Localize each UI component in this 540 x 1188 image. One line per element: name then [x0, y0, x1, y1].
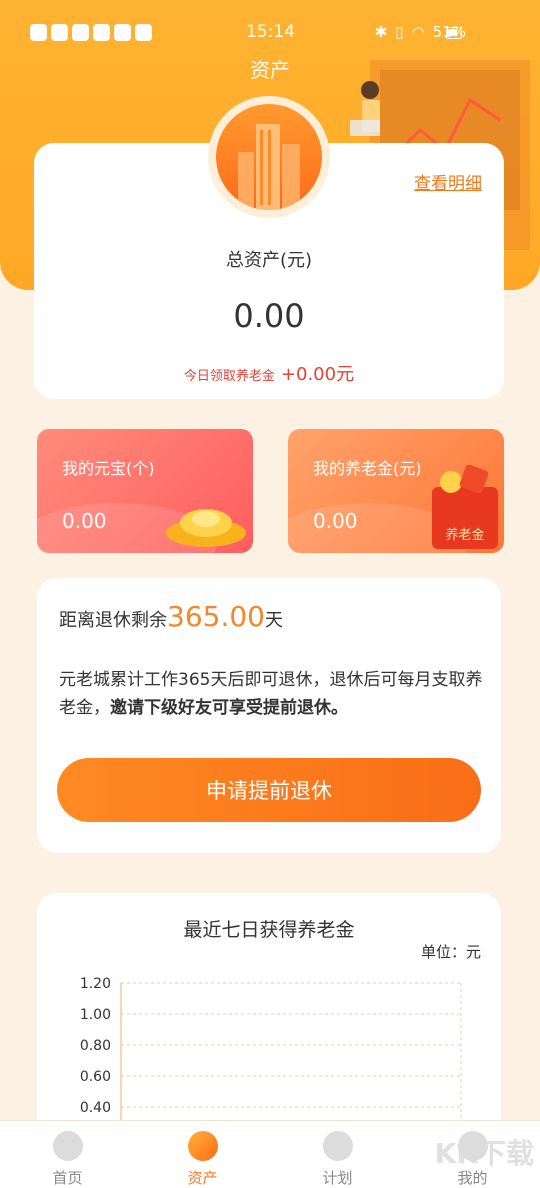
chart-y-tick-label: 1.20: [80, 976, 111, 992]
bluetooth-icon: ✱: [374, 23, 388, 41]
total-asset-value: 0.00: [233, 297, 305, 335]
tab-home-label: 首页: [52, 1169, 83, 1187]
today-pension-value: +0.00元: [280, 364, 355, 385]
app-notification-icon: [114, 24, 131, 41]
app-notification-icon: [51, 24, 68, 41]
yuanbao-value: 0.00: [62, 509, 107, 533]
tab-plan-label: 计划: [322, 1169, 353, 1187]
app-notification-icon: [135, 24, 152, 41]
page-title: 资产: [250, 58, 290, 82]
tab-plan[interactable]: 计划: [270, 1121, 405, 1188]
chart-y-tick-label: 0.80: [80, 1038, 111, 1054]
plan-icon: [322, 1131, 353, 1161]
status-time: 15:14: [246, 22, 295, 42]
pension-line-chart: 1.20 1.00 0.80 0.60 0.40: [80, 976, 462, 1123]
retirement-remaining-suffix: 天: [264, 610, 283, 631]
app-notification-icon: [30, 24, 47, 41]
chart-y-tick-label: 0.40: [80, 1100, 111, 1116]
retirement-description: 元老城累计工作365天后即可退休，退休后可每月支取养老金，邀请下级好友可享受提前…: [59, 666, 489, 722]
wifi-icon: ◠: [411, 23, 425, 41]
pension-badge: 养老金: [445, 528, 485, 543]
chart-y-tick-label: 1.00: [80, 1007, 111, 1023]
yuanbao-label: 我的元宝(个): [62, 459, 155, 478]
home-icon: [52, 1131, 83, 1161]
yuanbao-card[interactable]: 我的元宝(个) 0.00: [37, 429, 253, 553]
tiktok-icon: [72, 24, 89, 41]
retirement-desc-bold: 邀请下级好友可享受提前退休。: [110, 698, 348, 718]
chart-title: 最近七日获得养老金: [183, 919, 355, 941]
chart-y-tick-label: 0.60: [80, 1069, 111, 1085]
tab-home[interactable]: 首页: [0, 1121, 135, 1188]
notification-icons: [30, 24, 152, 41]
vibrate-icon: ▯: [395, 23, 404, 41]
tab-assets[interactable]: 资产: [135, 1121, 270, 1188]
status-bar: 15:14 ✱ ▯ ◠ 51%: [0, 0, 540, 62]
tiktok-icon: [93, 24, 110, 41]
battery-icon: [446, 27, 462, 39]
gold-ingot-icon: [166, 509, 246, 547]
buildings-icon: [238, 124, 300, 210]
pension-label: 我的养老金(元): [313, 459, 422, 478]
view-details-link[interactable]: 查看明细: [414, 169, 482, 194]
pension-card[interactable]: 我的养老金(元) 0.00 养老金: [288, 429, 504, 553]
retirement-card: 距离退休剩余 365.00 天 元老城累计工作365天后即可退休，退休后可每月支…: [37, 578, 501, 853]
assets-icon: [187, 1131, 218, 1161]
retirement-remaining-days: 365.00: [167, 600, 265, 633]
pension-value: 0.00: [313, 509, 358, 533]
tab-assets-label: 资产: [187, 1169, 218, 1187]
building-logo-icon: [208, 96, 330, 218]
chart-unit: 单位：元: [420, 943, 481, 961]
retirement-remaining: 距离退休剩余 365.00 天: [59, 600, 283, 633]
red-envelope-icon: 养老金: [432, 463, 498, 549]
retirement-remaining-prefix: 距离退休剩余: [59, 610, 167, 631]
watermark-logo: KK下载: [434, 1137, 534, 1170]
apply-early-retirement-button[interactable]: 申请提前退休: [57, 758, 481, 822]
today-pension-label: 今日领取养老金: [183, 369, 275, 384]
total-asset-label: 总资产(元): [225, 250, 313, 271]
today-pension-row: 今日领取养老金 +0.00元: [34, 360, 504, 386]
